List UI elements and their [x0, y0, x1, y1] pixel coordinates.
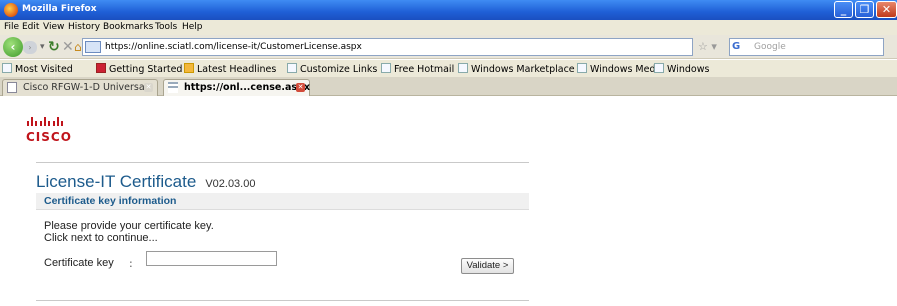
- divider-top: [36, 162, 529, 163]
- search-input[interactable]: [754, 40, 879, 54]
- menu-tools[interactable]: Tools: [155, 22, 177, 32]
- validate-button[interactable]: Validate >: [461, 258, 514, 274]
- forward-button[interactable]: ›: [23, 41, 37, 54]
- cisco-logo-text: CISCO: [26, 130, 72, 144]
- bookmark-getting-started[interactable]: Getting Started: [96, 63, 182, 75]
- search-box[interactable]: G: [729, 38, 884, 56]
- tab-cisco-rfgw[interactable]: Cisco RFGW-1-D Universa... ✕: [2, 79, 158, 96]
- stop-icon[interactable]: ✕: [62, 39, 74, 55]
- instruction-text-1: Please provide your certificate key.: [44, 220, 214, 232]
- certificate-key-colon: :: [129, 257, 133, 270]
- page-content: CISCO License-IT Certificate V02.03.00 Ce…: [0, 97, 897, 306]
- cisco-bridge-icon: [27, 117, 63, 126]
- bookmark-windows-marketplace[interactable]: Windows Marketplace: [458, 63, 575, 75]
- site-identity-icon[interactable]: [85, 41, 101, 53]
- version-label: V02.03.00: [205, 178, 256, 190]
- menu-edit[interactable]: Edit: [22, 22, 39, 32]
- firefox-icon: [4, 3, 18, 17]
- page-icon: [577, 63, 587, 73]
- page-icon: [458, 63, 468, 73]
- bookmark-windows[interactable]: Windows: [654, 63, 709, 75]
- menu-bookmarks[interactable]: Bookmarks: [103, 22, 153, 32]
- bookmark-latest-headlines[interactable]: Latest Headlines: [184, 63, 276, 75]
- bookmark-most-visited[interactable]: Most Visited: [2, 63, 73, 75]
- page-icon: [287, 63, 297, 73]
- tab-strip: Cisco RFGW-1-D Universa... ✕ https://onl…: [0, 77, 897, 96]
- menu-help[interactable]: Help: [182, 22, 203, 32]
- page-title: License-IT Certificate V02.03.00: [36, 172, 255, 192]
- tab-license-page[interactable]: https://onl...cense.aspx ✕: [163, 79, 310, 96]
- close-button[interactable]: ✕: [876, 1, 897, 18]
- home-icon[interactable]: ⌂: [74, 40, 82, 54]
- firefox-bookmark-icon: [96, 63, 106, 73]
- section-header: Certificate key information: [36, 193, 529, 210]
- section-title: Certificate key information: [44, 195, 177, 207]
- page-title-text: License-IT Certificate: [36, 172, 197, 191]
- page-icon: [381, 63, 391, 73]
- window-titlebar: Mozilla Firefox _ ❐ ✕: [0, 0, 897, 20]
- page-icon: [168, 82, 178, 93]
- cisco-logo: CISCO: [26, 113, 86, 149]
- tab-label: https://onl...cense.aspx: [184, 82, 310, 93]
- menu-bar: File Edit View History Bookmarks Tools H…: [0, 20, 897, 35]
- page-icon: [654, 63, 664, 73]
- reload-icon[interactable]: ↻: [48, 39, 60, 55]
- maximize-button[interactable]: ❐: [855, 1, 874, 18]
- rss-icon: [184, 63, 194, 73]
- certificate-key-input[interactable]: [146, 251, 277, 266]
- bookmark-customize-links[interactable]: Customize Links: [287, 63, 377, 75]
- menu-view[interactable]: View: [43, 22, 64, 32]
- bookmark-free-hotmail[interactable]: Free Hotmail: [381, 63, 454, 75]
- tab-close-icon[interactable]: ✕: [296, 83, 305, 92]
- tab-label: Cisco RFGW-1-D Universa...: [23, 82, 154, 93]
- navigation-toolbar: ‹ › ▾ ↻ ✕ ⌂ ☆ ▾ G: [0, 35, 897, 59]
- window-title: Mozilla Firefox: [22, 4, 97, 14]
- search-engine-icon[interactable]: G: [732, 41, 740, 52]
- minimize-button[interactable]: _: [834, 1, 853, 18]
- back-button[interactable]: ‹: [3, 37, 23, 57]
- bookmarks-toolbar: Most Visited Getting Started Latest Head…: [0, 60, 897, 77]
- address-bar[interactable]: [82, 38, 693, 56]
- url-input[interactable]: [105, 40, 665, 54]
- certificate-key-label: Certificate key: [44, 257, 114, 269]
- tab-close-icon[interactable]: ✕: [144, 83, 153, 92]
- folder-icon: [2, 63, 12, 73]
- menu-history[interactable]: History: [68, 22, 100, 32]
- instruction-text-2: Click next to continue...: [44, 232, 158, 244]
- divider-bottom: [36, 300, 529, 301]
- bookmark-star-icon[interactable]: ☆ ▾: [698, 40, 717, 53]
- menu-file[interactable]: File: [4, 22, 19, 32]
- bookmark-windows-media[interactable]: Windows Media: [577, 63, 664, 75]
- page-icon: [7, 82, 17, 93]
- history-dropdown-icon[interactable]: ▾: [40, 42, 45, 52]
